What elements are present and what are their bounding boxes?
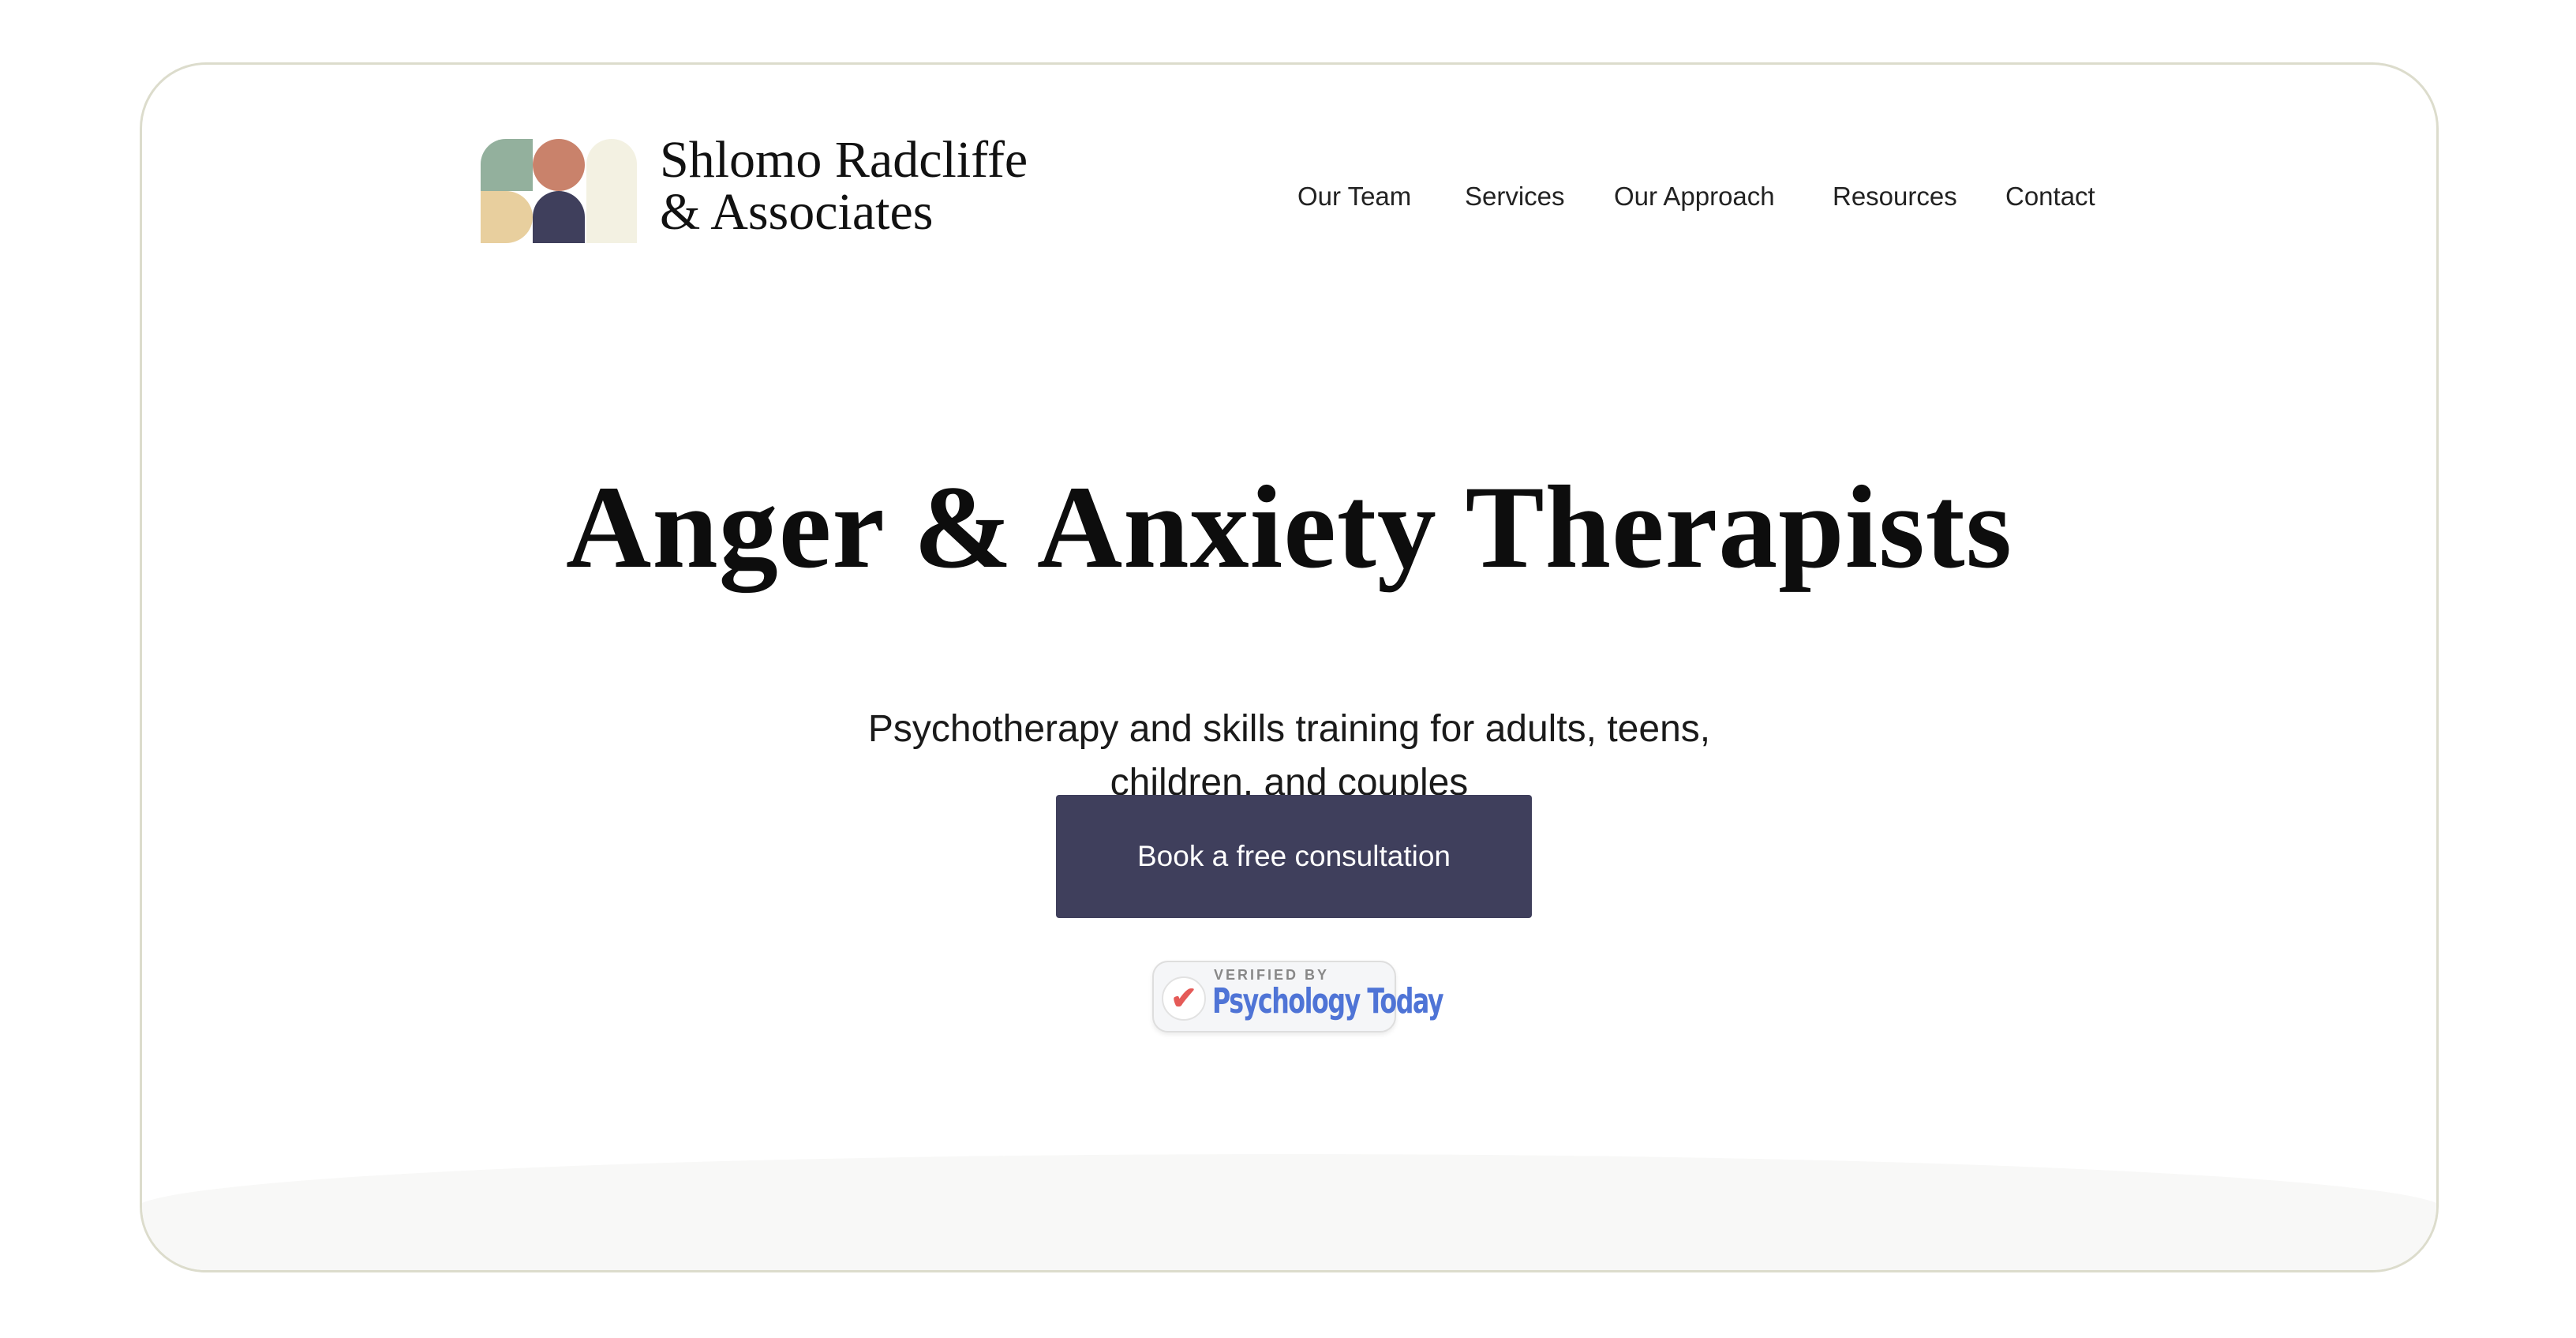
nav-contact[interactable]: Contact — [2005, 182, 2095, 212]
nav-our-team[interactable]: Our Team — [1297, 182, 1411, 212]
bottom-wave — [142, 1154, 2436, 1270]
nav-resources[interactable]: Resources — [1833, 182, 1957, 212]
hero-subtitle: Psychotherapy and skills training for ad… — [142, 703, 2436, 810]
psychology-today-badge[interactable]: ✔ VERIFIED BY Psychology Today — [1152, 961, 1444, 1033]
page-frame: Shlomo Radcliffe & Associates Our Team S… — [140, 62, 2439, 1272]
brand-line-2: & Associates — [660, 183, 934, 241]
brand-line-1: Shlomo Radcliffe — [660, 131, 1028, 189]
logo-mark[interactable] — [481, 139, 638, 243]
book-consultation-button[interactable]: Book a free consultation — [1056, 795, 1532, 918]
nav-services[interactable]: Services — [1465, 182, 1565, 212]
nav-our-approach[interactable]: Our Approach — [1614, 182, 1775, 212]
badge-name: Psychology Today — [1212, 981, 1444, 1021]
hero-title: Anger & Anxiety Therapists — [565, 462, 2013, 593]
hero-subtitle-line-1: Psychotherapy and skills training for ad… — [867, 708, 1711, 750]
brand-name[interactable]: Shlomo Radcliffe & Associates — [660, 134, 1028, 238]
check-icon: ✔ — [1162, 976, 1206, 1021]
